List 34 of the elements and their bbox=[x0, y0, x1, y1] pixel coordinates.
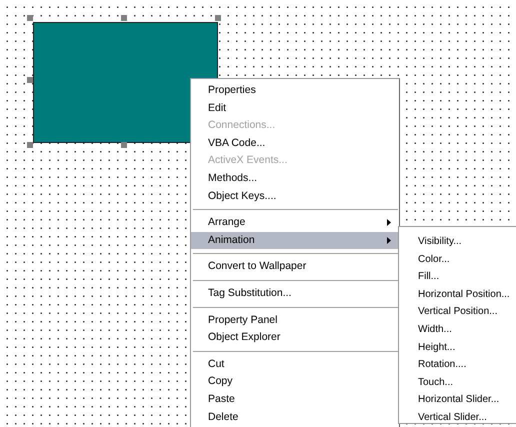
menu-item[interactable]: Copy bbox=[191, 373, 399, 391]
submenu-item[interactable]: Rotation.... bbox=[399, 356, 516, 374]
menu-item[interactable]: Tag Substitution... bbox=[191, 284, 399, 303]
submenu-item[interactable]: Width... bbox=[399, 320, 516, 339]
submenu-item[interactable]: Horizontal Position... bbox=[399, 286, 516, 304]
submenu-item[interactable]: Vertical Slider... bbox=[399, 408, 516, 427]
resize-handle[interactable] bbox=[121, 142, 127, 148]
menu-item[interactable]: VBA Code... bbox=[191, 134, 399, 152]
menu-item[interactable]: Delete bbox=[191, 408, 399, 426]
resize-handle[interactable] bbox=[215, 15, 221, 21]
submenu-item[interactable]: Horizontal Slider... bbox=[399, 391, 516, 409]
menu-item[interactable]: Object Explorer bbox=[191, 329, 399, 347]
menu-item[interactable]: Cut bbox=[191, 356, 399, 374]
submenu-item[interactable]: Height... bbox=[399, 338, 516, 356]
menu-item[interactable]: Edit bbox=[191, 100, 399, 118]
menu-item[interactable]: Animation bbox=[191, 232, 399, 250]
submenu-item[interactable]: Touch... bbox=[399, 374, 516, 392]
resize-handle[interactable] bbox=[27, 15, 33, 21]
resize-handle[interactable] bbox=[27, 77, 33, 83]
submenu-item[interactable]: Color... bbox=[399, 250, 516, 268]
menu-item[interactable]: Object Keys.... bbox=[191, 188, 399, 206]
menu-item[interactable]: Methods... bbox=[191, 170, 399, 188]
submenu-item[interactable]: Vertical Position... bbox=[399, 303, 516, 321]
submenu-item[interactable]: Fill... bbox=[399, 268, 516, 286]
submenu-item[interactable]: Visibility... bbox=[399, 233, 516, 251]
submenu-arrow-icon bbox=[387, 237, 391, 244]
menu-item[interactable]: Convert to Wallpaper bbox=[191, 258, 399, 276]
menu-item[interactable]: Paste bbox=[191, 390, 399, 408]
menu-item[interactable]: Properties bbox=[191, 82, 399, 100]
resize-handle[interactable] bbox=[27, 142, 33, 148]
resize-handle[interactable] bbox=[121, 15, 127, 21]
menu-item[interactable]: Property Panel bbox=[191, 312, 399, 330]
menu-item[interactable]: Arrange bbox=[191, 214, 399, 232]
submenu-arrow-icon bbox=[387, 219, 391, 226]
